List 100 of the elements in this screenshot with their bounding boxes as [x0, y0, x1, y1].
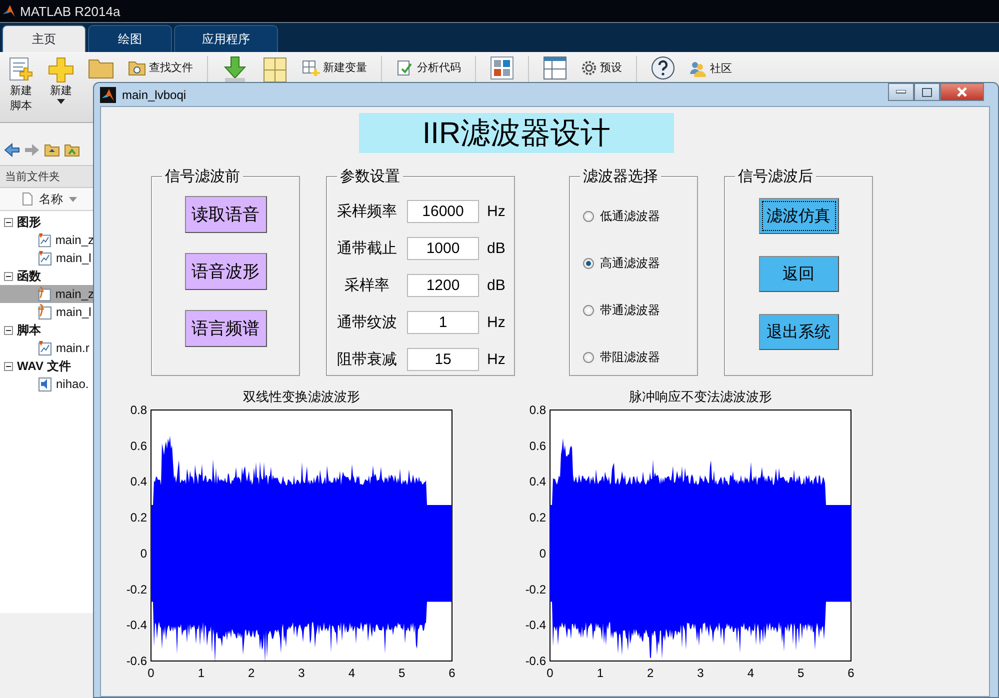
file-item[interactable]: main_z	[0, 231, 94, 249]
action-button[interactable]: 读取语音	[184, 196, 266, 233]
file-icon	[22, 192, 33, 206]
ribbon-tab[interactable]: 主页	[2, 25, 86, 52]
ribbon-tab[interactable]: 应用程序	[174, 25, 278, 52]
tick-label: 2	[248, 666, 255, 680]
tree-group[interactable]: WAV 文件	[0, 357, 94, 375]
maximize-button[interactable]	[914, 83, 940, 101]
collapse-icon[interactable]	[4, 326, 13, 334]
back-arrow-icon[interactable]	[4, 143, 20, 157]
radio-option[interactable]: 低通滤波器	[570, 193, 666, 240]
tick-label: 2	[647, 666, 654, 680]
param-input[interactable]: 1200	[407, 274, 479, 297]
toolstrip-button[interactable]: 分析代码	[396, 60, 461, 76]
toolstrip-button[interactable]	[651, 56, 675, 80]
unit-label: Hz	[487, 351, 506, 368]
panel-title: 信号滤波前	[162, 167, 243, 186]
caret-icon	[57, 99, 65, 104]
sort-caret-icon	[69, 196, 77, 202]
layout-icon	[490, 56, 514, 80]
people-icon	[689, 60, 707, 78]
toolstrip-button[interactable]: 查找文件	[128, 60, 193, 76]
function-file-icon	[38, 286, 52, 302]
tree-group[interactable]: 脚本	[0, 321, 94, 339]
tick-label: 0.4	[529, 474, 546, 489]
tick-label: 3	[697, 666, 704, 680]
tick-label: -0.4	[525, 618, 546, 632]
toolstrip-button[interactable]: 新建变量	[302, 60, 367, 76]
radio-option[interactable]: 带阻滤波器	[570, 334, 666, 381]
ribbon-tab[interactable]: 绘图	[88, 25, 172, 52]
tick-label: -0.2	[126, 582, 147, 596]
function-file-icon	[38, 304, 52, 320]
tick-label: -0.6	[525, 654, 546, 668]
param-input[interactable]: 1000	[407, 237, 479, 260]
window-title: main_lvboqi	[122, 88, 186, 102]
tick-label: -0.6	[126, 654, 147, 668]
tick-label: 6	[448, 666, 456, 680]
tick-label: 0.6	[130, 438, 147, 453]
import-arrow-icon	[222, 56, 248, 84]
tick-label: 0	[539, 546, 546, 560]
folder-up-icon[interactable]	[44, 143, 60, 157]
action-button[interactable]: 语言频谱	[184, 310, 266, 347]
heading: IIR滤波器设计	[359, 113, 674, 153]
analyze-code-icon	[396, 60, 414, 76]
file-item[interactable]: main_l	[0, 303, 94, 321]
app-title: MATLAB R2014a	[20, 4, 120, 18]
folder-search-icon	[128, 60, 146, 76]
tick-label: 1	[596, 666, 604, 680]
toolstrip-button[interactable]: 新建 脚本	[8, 56, 34, 114]
panel-title: 参数设置	[337, 167, 403, 186]
param-label: 采样频率	[336, 202, 398, 221]
figure-file-icon	[38, 232, 52, 248]
figure-file-icon	[38, 340, 52, 356]
tick-label: 0.4	[130, 474, 147, 489]
radio-option[interactable]: 高通滤波器	[570, 240, 666, 287]
tick-label: 0.8	[130, 403, 147, 417]
param-input[interactable]: 15	[407, 348, 479, 371]
workspace-icon	[262, 56, 288, 84]
file-item[interactable]: main.r	[0, 339, 94, 357]
minimize-button[interactable]	[888, 83, 914, 101]
tick-label: 5	[398, 666, 406, 680]
tick-label: 0.8	[529, 403, 546, 417]
panel-title: 滤波器选择	[580, 167, 661, 186]
unit-label: Hz	[487, 203, 506, 220]
action-button[interactable]: 语音波形	[184, 253, 266, 290]
app-logo-icon	[100, 86, 116, 102]
folder-browse-icon[interactable]	[64, 143, 80, 157]
tree-group[interactable]: 函数	[0, 267, 94, 285]
unit-label: dB	[487, 277, 506, 294]
param-input[interactable]: 1	[407, 311, 479, 334]
tree-group[interactable]: 图形	[0, 213, 94, 231]
tick-label: 0	[148, 666, 154, 680]
action-button[interactable]: 滤波仿真	[758, 198, 838, 234]
collapse-icon[interactable]	[4, 218, 13, 226]
collapse-icon[interactable]	[4, 272, 13, 280]
toolstrip-button[interactable]: 社区	[689, 60, 732, 78]
minimize-icon	[896, 90, 906, 94]
action-button[interactable]: 退出系统	[758, 314, 838, 350]
file-item[interactable]: main_z	[0, 285, 94, 303]
file-item[interactable]: nihao.	[0, 375, 94, 393]
radio-option[interactable]: 带通滤波器	[570, 287, 666, 334]
new-variable-icon	[302, 60, 320, 76]
param-input[interactable]: 16000	[407, 200, 479, 223]
file-item[interactable]: main_l	[0, 249, 94, 267]
plus-icon	[48, 56, 74, 84]
toolstrip-button[interactable]: 新建	[48, 56, 74, 104]
tick-label: 0.2	[529, 510, 546, 525]
tick-label: -0.2	[525, 582, 546, 596]
param-label: 通带纹波	[336, 313, 398, 332]
collapse-icon[interactable]	[4, 362, 13, 370]
close-button[interactable]	[940, 83, 984, 101]
unit-label: dB	[487, 240, 506, 257]
app-logo-icon	[2, 4, 16, 18]
tick-label: 1	[198, 666, 204, 680]
plot-title: 脉冲响应不变法滤波波形	[629, 389, 772, 404]
param-label: 采样率	[344, 276, 390, 295]
action-button[interactable]: 返回	[758, 256, 838, 292]
figure-file-icon	[38, 250, 52, 266]
column-header[interactable]: 名称	[39, 190, 63, 208]
toolstrip-button[interactable]: 预设	[581, 60, 622, 76]
